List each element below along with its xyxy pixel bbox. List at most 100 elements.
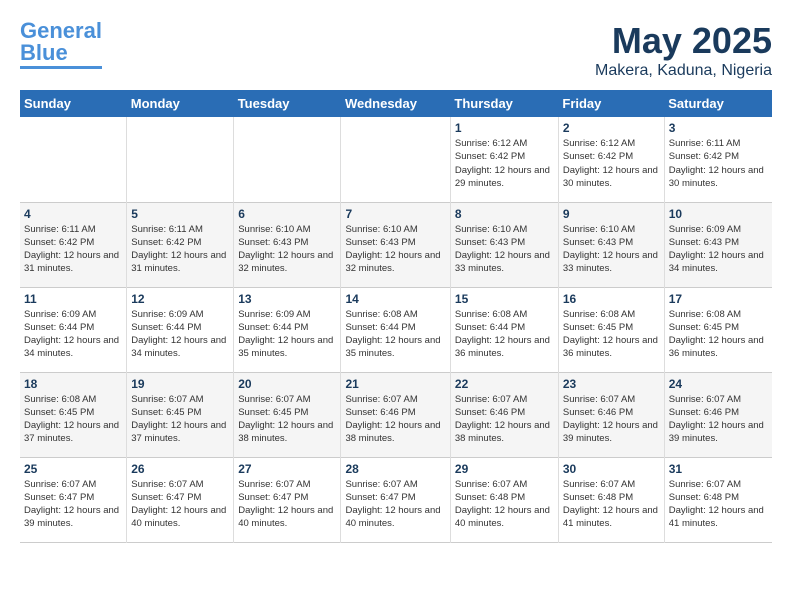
cell-info: Sunrise: 6:07 AM Sunset: 6:45 PM Dayligh…	[238, 393, 336, 446]
calendar-cell: 31Sunrise: 6:07 AM Sunset: 6:48 PM Dayli…	[664, 457, 772, 542]
weekday-header: Monday	[127, 90, 234, 117]
day-number: 3	[669, 121, 768, 135]
calendar-cell: 12Sunrise: 6:09 AM Sunset: 6:44 PM Dayli…	[127, 287, 234, 372]
calendar-cell: 14 Sunrise: 6:08 AM Sunset: 6:44 PM Dayli…	[341, 287, 450, 372]
day-number: 12	[131, 292, 229, 306]
calendar-table: SundayMondayTuesdayWednesdayThursdayFrid…	[20, 90, 772, 543]
logo-blue: Blue	[20, 40, 68, 65]
calendar-cell	[341, 117, 450, 202]
calendar-cell: 18Sunrise: 6:08 AM Sunset: 6:45 PM Dayli…	[20, 372, 127, 457]
weekday-header: Friday	[558, 90, 664, 117]
day-number: 9	[563, 207, 660, 221]
cell-info: Sunrise: 6:09 AM Sunset: 6:44 PM Dayligh…	[24, 308, 122, 361]
cell-info: Sunrise: 6:11 AM Sunset: 6:42 PM Dayligh…	[669, 137, 768, 190]
day-number: 17	[669, 292, 768, 306]
calendar-cell: 27 Sunrise: 6:07 AM Sunset: 6:47 PM Dayli…	[234, 457, 341, 542]
day-number: 2	[563, 121, 660, 135]
day-number: 1	[455, 121, 554, 135]
calendar-cell: 28 Sunrise: 6:07 AM Sunset: 6:47 PM Dayli…	[341, 457, 450, 542]
day-number: 31	[669, 462, 768, 476]
cell-info: Sunrise: 6:07 AM Sunset: 6:46 PM Dayligh…	[455, 393, 554, 446]
day-number: 19	[131, 377, 229, 391]
day-number: 15	[455, 292, 554, 306]
calendar-cell: 10 Sunrise: 6:09 AM Sunset: 6:43 PM Dayli…	[664, 202, 772, 287]
cell-info: Sunrise: 6:08 AM Sunset: 6:45 PM Dayligh…	[669, 308, 768, 361]
calendar-week-row: 11Sunrise: 6:09 AM Sunset: 6:44 PM Dayli…	[20, 287, 772, 372]
weekday-header: Tuesday	[234, 90, 341, 117]
cell-info: Sunrise: 6:08 AM Sunset: 6:45 PM Dayligh…	[24, 393, 122, 446]
cell-info: Sunrise: 6:10 AM Sunset: 6:43 PM Dayligh…	[455, 223, 554, 276]
cell-info: Sunrise: 6:09 AM Sunset: 6:44 PM Dayligh…	[238, 308, 336, 361]
calendar-cell: 11Sunrise: 6:09 AM Sunset: 6:44 PM Dayli…	[20, 287, 127, 372]
calendar-cell: 5Sunrise: 6:11 AM Sunset: 6:42 PM Daylig…	[127, 202, 234, 287]
cell-info: Sunrise: 6:10 AM Sunset: 6:43 PM Dayligh…	[563, 223, 660, 276]
calendar-cell: 20Sunrise: 6:07 AM Sunset: 6:45 PM Dayli…	[234, 372, 341, 457]
calendar-cell: 8 Sunrise: 6:10 AM Sunset: 6:43 PM Daylig…	[450, 202, 558, 287]
calendar-week-row: 25 Sunrise: 6:07 AM Sunset: 6:47 PM Dayli…	[20, 457, 772, 542]
calendar-cell: 25 Sunrise: 6:07 AM Sunset: 6:47 PM Dayli…	[20, 457, 127, 542]
calendar-cell: 17 Sunrise: 6:08 AM Sunset: 6:45 PM Dayli…	[664, 287, 772, 372]
cell-info: Sunrise: 6:07 AM Sunset: 6:46 PM Dayligh…	[669, 393, 768, 446]
day-number: 29	[455, 462, 554, 476]
cell-info: Sunrise: 6:08 AM Sunset: 6:44 PM Dayligh…	[345, 308, 445, 361]
cell-info: Sunrise: 6:11 AM Sunset: 6:42 PM Dayligh…	[24, 223, 122, 276]
calendar-cell: 16Sunrise: 6:08 AM Sunset: 6:45 PM Dayli…	[558, 287, 664, 372]
day-number: 22	[455, 377, 554, 391]
location: Makera, Kaduna, Nigeria	[595, 62, 772, 80]
calendar-cell	[20, 117, 127, 202]
calendar-week-row: 4 Sunrise: 6:11 AM Sunset: 6:42 PM Daylig…	[20, 202, 772, 287]
day-number: 30	[563, 462, 660, 476]
day-number: 13	[238, 292, 336, 306]
calendar-week-row: 1 Sunrise: 6:12 AM Sunset: 6:42 PM Daylig…	[20, 117, 772, 202]
day-number: 6	[238, 207, 336, 221]
cell-info: Sunrise: 6:07 AM Sunset: 6:45 PM Dayligh…	[131, 393, 229, 446]
cell-info: Sunrise: 6:07 AM Sunset: 6:47 PM Dayligh…	[345, 478, 445, 531]
day-number: 26	[131, 462, 229, 476]
weekday-header: Thursday	[450, 90, 558, 117]
cell-info: Sunrise: 6:07 AM Sunset: 6:48 PM Dayligh…	[455, 478, 554, 531]
day-number: 7	[345, 207, 445, 221]
cell-info: Sunrise: 6:07 AM Sunset: 6:47 PM Dayligh…	[24, 478, 122, 531]
logo-underline	[20, 66, 102, 69]
calendar-cell: 19 Sunrise: 6:07 AM Sunset: 6:45 PM Dayli…	[127, 372, 234, 457]
day-number: 25	[24, 462, 122, 476]
weekday-header: Wednesday	[341, 90, 450, 117]
day-number: 8	[455, 207, 554, 221]
cell-info: Sunrise: 6:07 AM Sunset: 6:48 PM Dayligh…	[563, 478, 660, 531]
cell-info: Sunrise: 6:10 AM Sunset: 6:43 PM Dayligh…	[345, 223, 445, 276]
cell-info: Sunrise: 6:11 AM Sunset: 6:42 PM Dayligh…	[131, 223, 229, 276]
calendar-cell: 21 Sunrise: 6:07 AM Sunset: 6:46 PM Dayli…	[341, 372, 450, 457]
cell-info: Sunrise: 6:10 AM Sunset: 6:43 PM Dayligh…	[238, 223, 336, 276]
day-number: 21	[345, 377, 445, 391]
page-header: General Blue May 2025 Makera, Kaduna, Ni…	[20, 20, 772, 80]
day-number: 23	[563, 377, 660, 391]
cell-info: Sunrise: 6:09 AM Sunset: 6:43 PM Dayligh…	[669, 223, 768, 276]
cell-info: Sunrise: 6:07 AM Sunset: 6:47 PM Dayligh…	[238, 478, 336, 531]
month-title: May 2025	[595, 20, 772, 62]
weekday-header: Sunday	[20, 90, 127, 117]
day-number: 4	[24, 207, 122, 221]
calendar-cell: 24Sunrise: 6:07 AM Sunset: 6:46 PM Dayli…	[664, 372, 772, 457]
day-number: 28	[345, 462, 445, 476]
weekday-header-row: SundayMondayTuesdayWednesdayThursdayFrid…	[20, 90, 772, 117]
calendar-cell: 15Sunrise: 6:08 AM Sunset: 6:44 PM Dayli…	[450, 287, 558, 372]
calendar-cell: 7 Sunrise: 6:10 AM Sunset: 6:43 PM Daylig…	[341, 202, 450, 287]
calendar-cell: 2 Sunrise: 6:12 AM Sunset: 6:42 PM Daylig…	[558, 117, 664, 202]
calendar-cell: 1 Sunrise: 6:12 AM Sunset: 6:42 PM Daylig…	[450, 117, 558, 202]
logo-text: General Blue	[20, 20, 102, 64]
day-number: 27	[238, 462, 336, 476]
calendar-cell: 23Sunrise: 6:07 AM Sunset: 6:46 PM Dayli…	[558, 372, 664, 457]
calendar-cell: 26Sunrise: 6:07 AM Sunset: 6:47 PM Dayli…	[127, 457, 234, 542]
weekday-header: Saturday	[664, 90, 772, 117]
day-number: 14	[345, 292, 445, 306]
calendar-cell	[127, 117, 234, 202]
cell-info: Sunrise: 6:12 AM Sunset: 6:42 PM Dayligh…	[563, 137, 660, 190]
calendar-cell: 4 Sunrise: 6:11 AM Sunset: 6:42 PM Daylig…	[20, 202, 127, 287]
day-number: 10	[669, 207, 768, 221]
cell-info: Sunrise: 6:12 AM Sunset: 6:42 PM Dayligh…	[455, 137, 554, 190]
calendar-cell: 3 Sunrise: 6:11 AM Sunset: 6:42 PM Daylig…	[664, 117, 772, 202]
calendar-week-row: 18Sunrise: 6:08 AM Sunset: 6:45 PM Dayli…	[20, 372, 772, 457]
calendar-cell: 13 Sunrise: 6:09 AM Sunset: 6:44 PM Dayli…	[234, 287, 341, 372]
cell-info: Sunrise: 6:07 AM Sunset: 6:46 PM Dayligh…	[345, 393, 445, 446]
day-number: 16	[563, 292, 660, 306]
